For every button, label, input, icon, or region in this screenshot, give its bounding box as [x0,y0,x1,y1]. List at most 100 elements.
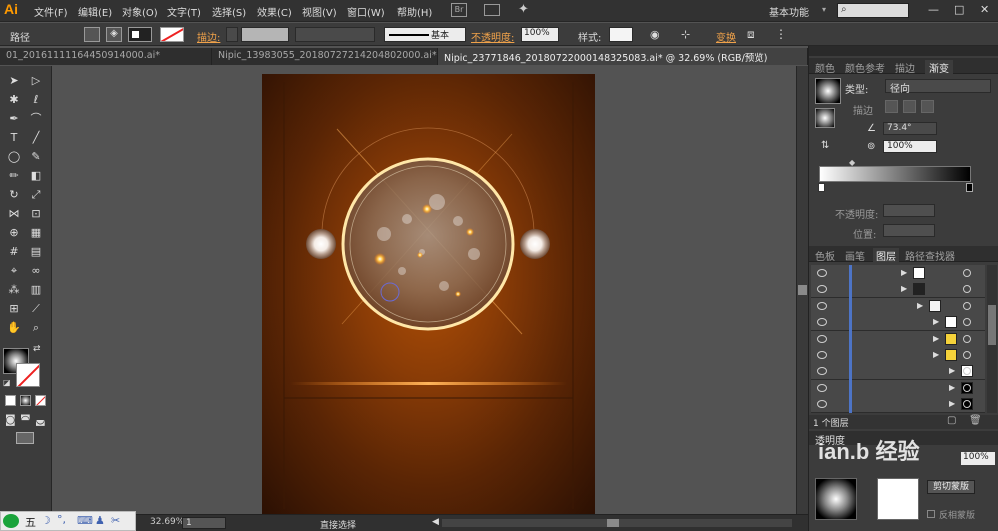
menu-effect[interactable]: 效果(C) [257,4,292,19]
pen-icon[interactable]: ✒ [4,110,24,127]
visibility-eye-icon[interactable] [817,301,827,310]
visibility-eye-icon[interactable] [817,351,827,359]
width-icon[interactable]: ⋈ [4,205,24,222]
column-graph-icon[interactable]: ▥ [26,281,46,298]
free-transform-icon[interactable]: ⊡ [26,205,46,222]
tab-document-3[interactable]: Nipic_23771846_20180722000148325083.ai* … [438,48,808,65]
minimize-button[interactable]: — [928,3,939,16]
workspace-switcher[interactable]: 基本功能 [769,4,809,19]
gradient-stop-black[interactable] [966,183,973,192]
target-circle-icon[interactable] [963,351,971,359]
screen-mode-icon[interactable] [16,432,34,444]
layer-row[interactable]: ▶ [811,265,985,282]
visibility-eye-icon[interactable] [817,400,827,409]
swap-fill-stroke-icon[interactable]: ⇄ [33,344,41,354]
fill-swatch[interactable] [128,27,152,42]
paintbrush-icon[interactable]: ✎ [26,148,46,165]
tab-color[interactable]: 颜色 [815,60,835,75]
invert-mask-checkbox[interactable] [927,510,935,518]
layer-row[interactable]: ▶ [811,297,985,315]
gradient-stop-white[interactable] [818,183,825,192]
artboard[interactable] [262,74,595,515]
expand-arrow-icon[interactable]: ▶ [901,284,907,293]
transform-link[interactable]: 变换 [716,29,736,44]
stroke-label[interactable]: 描边: [197,29,220,44]
variable-width-profile[interactable] [295,27,375,42]
make-clip-mask-button[interactable]: 剪切蒙版 [927,480,975,494]
ellipse-icon[interactable]: ◯ [4,148,24,165]
opacity-mask-thumbnail[interactable] [815,478,857,520]
tab-stroke[interactable]: 描边 [895,60,915,75]
target-circle-icon[interactable] [963,301,971,310]
lasso-icon[interactable]: ℓ [26,91,46,108]
delete-layer-icon[interactable]: 🗑 [969,415,982,426]
eyedropper-icon[interactable]: ⌖ [4,262,24,279]
layer-row[interactable]: ▶ [811,330,985,348]
chevron-down-icon[interactable]: ▾ [822,5,826,14]
layer-row[interactable]: ▶ [811,396,985,414]
more-options-icon[interactable]: ⋮ [775,27,787,41]
close-button[interactable]: ✕ [980,3,989,16]
tab-swatches[interactable]: 色板 [815,248,835,263]
recolor-artwork-icon[interactable]: ◉ [650,28,660,41]
stop-opacity-input[interactable] [883,204,935,217]
angle-input[interactable]: 73.4° [883,122,937,135]
transparency-opacity-input[interactable]: 100% [961,452,995,465]
expand-arrow-icon[interactable]: ▶ [933,334,939,343]
artboard-icon[interactable]: ⊞ [4,300,24,317]
tab-gradient[interactable]: 渐变 [925,60,953,75]
color-mode-icon[interactable] [5,395,16,406]
blend-icon[interactable]: ∞ [26,262,46,279]
layer-row[interactable]: ▶ [811,281,985,299]
menu-select[interactable]: 选择(S) [212,4,246,19]
tab-document-2[interactable]: Nipic_13983055_20180727214204802000.ai* [212,48,438,65]
tab-document-1[interactable]: 01_20161111164450914000.ai* [0,48,212,65]
isolate-icon[interactable] [84,27,100,42]
stroke-weight-input[interactable] [241,27,289,42]
stroke-within-icon[interactable] [885,100,898,113]
artboard-number-select[interactable]: 1 [182,517,226,529]
restore-button[interactable]: □ [954,3,964,16]
brush-definition[interactable]: 基本 [384,27,466,42]
zoom-level[interactable]: 32.69% [150,517,184,527]
default-colors-icon[interactable]: ◪ [3,378,11,387]
menu-object[interactable]: 对象(O) [122,4,158,19]
gradient-thumbnail[interactable] [815,78,841,104]
expand-arrow-icon[interactable]: ▶ [949,383,955,392]
scroll-left-icon[interactable]: ◀ [432,517,439,527]
expand-arrow-icon[interactable]: ▶ [949,366,955,375]
moon-icon[interactable]: ☽ [41,514,51,527]
reverse-gradient-icon[interactable]: ⇅ [821,140,829,151]
target-circle-icon[interactable] [963,269,971,277]
graphic-style-swatch[interactable] [609,27,633,42]
pencil-icon[interactable]: ✏ [4,167,24,184]
target-circle-icon[interactable] [963,334,971,343]
symbol-sprayer-icon[interactable]: ⁂ [4,281,24,298]
gradient-slider[interactable] [819,166,971,182]
menu-help[interactable]: 帮助(H) [397,4,432,19]
gpu-performance-icon[interactable]: ✦ [518,2,529,17]
expand-arrow-icon[interactable]: ▶ [901,268,907,277]
align-icon[interactable]: ⊹ [681,28,690,41]
line-segment-icon[interactable]: ╱ [26,129,46,146]
opacity-label[interactable]: 不透明度: [471,29,514,44]
scroll-thumb[interactable] [988,305,996,345]
transform-icon[interactable]: ⧈ [747,27,755,42]
scroll-thumb[interactable] [607,519,619,527]
draw-behind-icon[interactable]: ◚ [20,413,31,426]
aspect-ratio-input[interactable]: 100% [883,140,937,153]
selection-arrow-icon[interactable]: ➤ [4,72,24,89]
menu-view[interactable]: 视图(V) [302,4,337,19]
tab-layers[interactable]: 图层 [873,248,899,263]
stop-location-input[interactable] [883,224,935,237]
stroke-swatch[interactable] [160,27,184,42]
visibility-eye-icon[interactable] [817,285,827,294]
ime-mode-label[interactable]: 五 [25,514,36,530]
menu-type[interactable]: 文字(T) [167,4,201,19]
expand-arrow-icon[interactable]: ▶ [933,350,939,359]
layer-row[interactable]: ▶ [811,363,985,381]
none-mode-icon[interactable] [35,395,46,406]
vertical-scrollbar[interactable] [796,66,808,514]
menu-edit[interactable]: 编辑(E) [78,4,112,19]
layer-row[interactable]: ▶ [811,347,985,364]
